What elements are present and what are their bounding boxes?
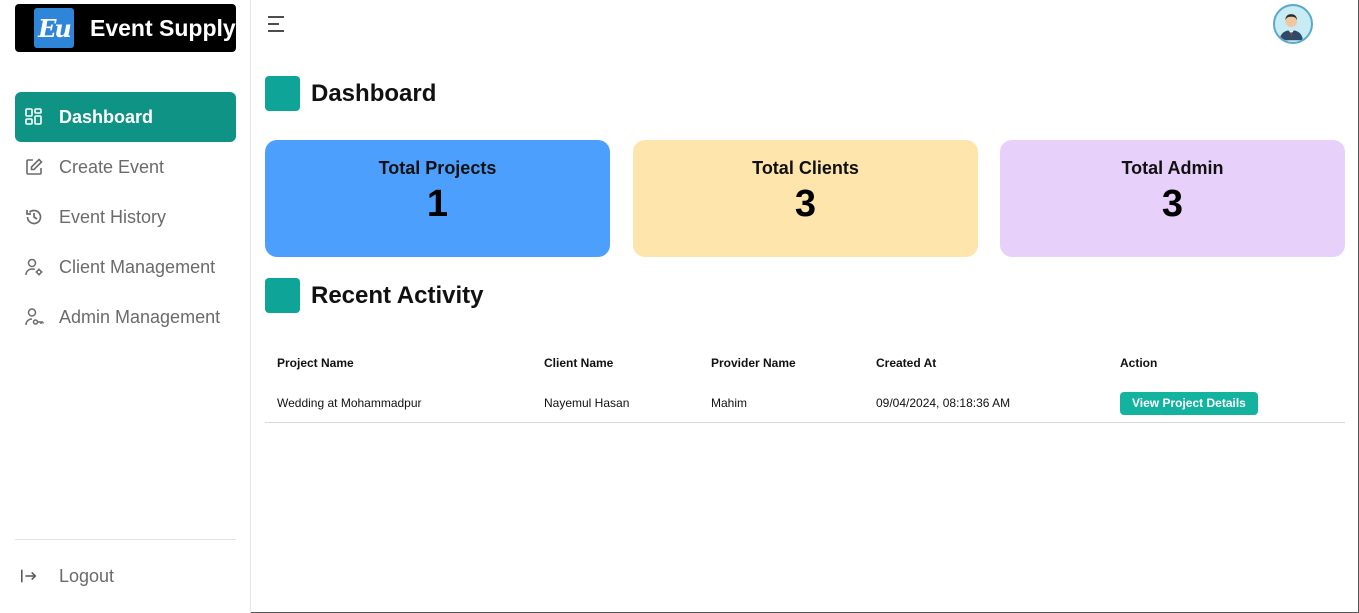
sidebar-item-label: Client Management	[59, 256, 216, 277]
action-cell: View Project Details	[1120, 383, 1258, 423]
sidebar-item-event-history[interactable]: Event History	[15, 192, 236, 242]
cell-created-at: 09/04/2024, 08:18:36 AM	[876, 396, 1011, 410]
sidebar-item-create-event[interactable]: Create Event	[15, 142, 236, 192]
menu-toggle-icon[interactable]	[266, 14, 288, 34]
recent-activity-heading: Recent Activity	[265, 278, 484, 313]
history-icon	[23, 206, 45, 228]
brand-logo-text: Eu	[38, 13, 72, 43]
column-header-created-at: Created At	[876, 356, 937, 370]
table-row: Wedding at Mohammadpur Nayemul Hasan Mah…	[265, 383, 1345, 423]
user-settings-icon	[23, 256, 45, 278]
logout-button[interactable]: Logout	[15, 556, 236, 596]
column-header-project-name: Project Name	[277, 356, 354, 370]
sidebar-item-label: Dashboard	[59, 106, 154, 127]
heading-marker-icon	[265, 76, 300, 111]
column-header-provider-name: Provider Name	[711, 356, 796, 370]
logout-icon	[20, 565, 42, 587]
brand-name: Event Supply	[90, 14, 236, 41]
stat-value: 1	[426, 183, 449, 225]
sidebar-item-label: Admin Management	[59, 306, 221, 327]
stat-label: Total Projects	[378, 158, 497, 178]
view-project-details-button[interactable]: View Project Details	[1120, 391, 1258, 415]
sidebar-item-client-management[interactable]: Client Management	[15, 242, 236, 292]
page-title: Dashboard	[311, 79, 437, 107]
brand-logo-icon: Eu	[34, 8, 74, 48]
stat-value: 3	[1161, 183, 1184, 225]
stat-label: Total Admin	[1121, 158, 1224, 178]
stat-value: 3	[794, 183, 817, 225]
cell-client-name: Nayemul Hasan	[544, 396, 630, 410]
recent-activity-table: Project Name Client Name Provider Name C…	[265, 343, 1345, 423]
sidebar-item-dashboard[interactable]: Dashboard	[15, 92, 236, 142]
logout-label: Logout	[59, 565, 115, 586]
column-header-action: Action	[1120, 356, 1158, 370]
sidebar-item-label: Event History	[59, 206, 167, 227]
heading-marker-icon	[265, 278, 300, 313]
edit-icon	[23, 156, 45, 178]
user-key-icon	[23, 306, 45, 328]
column-header-client-name: Client Name	[544, 356, 614, 370]
dashboard-heading: Dashboard	[265, 76, 436, 111]
brand[interactable]: Eu Event Supply	[15, 4, 236, 52]
dashboard-grid-icon	[23, 106, 45, 128]
sidebar-nav: Dashboard Create Event Event History Cli…	[15, 92, 236, 342]
stat-card-total-admin: Total Admin 3	[1000, 140, 1345, 257]
table-header: Project Name Client Name Provider Name C…	[265, 343, 1345, 383]
sidebar-divider	[15, 539, 236, 540]
section-title: Recent Activity	[311, 281, 484, 309]
stat-card-total-projects: Total Projects 1	[265, 140, 610, 257]
stat-cards: Total Projects 1 Total Clients 3 Total A…	[265, 140, 1345, 257]
stat-label: Total Clients	[752, 158, 859, 178]
cell-provider-name: Mahim	[711, 396, 748, 410]
sidebar: Eu Event Supply Dashboard Create Event E…	[0, 0, 251, 613]
avatar[interactable]	[1273, 4, 1313, 44]
stat-card-total-clients: Total Clients 3	[633, 140, 978, 257]
sidebar-item-admin-management[interactable]: Admin Management	[15, 292, 236, 342]
cell-project-name: Wedding at Mohammadpur	[277, 396, 422, 410]
sidebar-item-label: Create Event	[59, 156, 165, 177]
